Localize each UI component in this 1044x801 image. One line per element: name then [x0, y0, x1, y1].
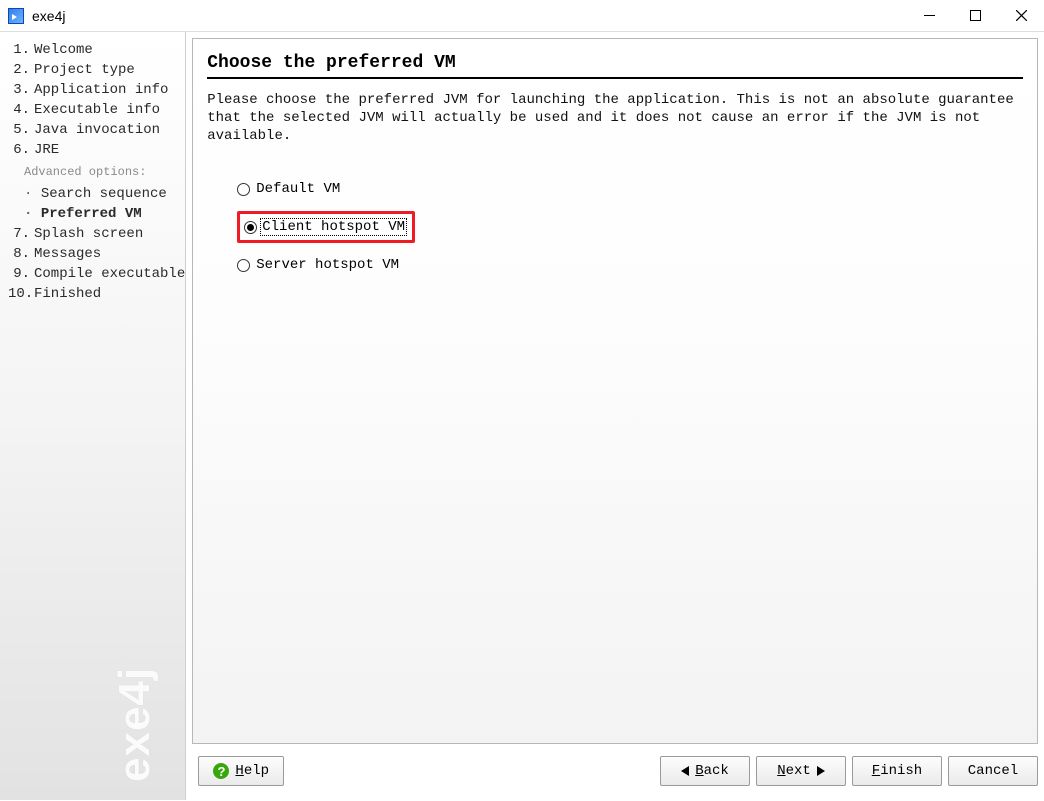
- arrow-right-icon: [817, 766, 825, 776]
- radio-icon: [237, 259, 250, 272]
- help-icon: ?: [213, 763, 229, 779]
- wizard-footer: ? Help Back Next Finish Cancel: [192, 748, 1038, 794]
- next-button[interactable]: Next: [756, 756, 846, 786]
- step-splash-screen[interactable]: 7.Splash screen: [8, 224, 185, 244]
- help-button[interactable]: ? Help: [198, 756, 284, 786]
- step-welcome[interactable]: 1.Welcome: [8, 40, 185, 60]
- button-label: Help: [235, 763, 269, 779]
- step-finished[interactable]: 10.Finished: [8, 284, 185, 304]
- maximize-button[interactable]: [952, 1, 998, 31]
- step-application-info[interactable]: 3.Application info: [8, 80, 185, 100]
- radio-label: Default VM: [256, 181, 340, 197]
- cancel-button[interactable]: Cancel: [948, 756, 1038, 786]
- app-icon: [8, 8, 24, 24]
- window-title: exe4j: [32, 8, 65, 24]
- step-jre[interactable]: 6.JRE: [8, 140, 185, 160]
- radio-label: Server hotspot VM: [256, 257, 399, 273]
- step-project-type[interactable]: 2.Project type: [8, 60, 185, 80]
- step-java-invocation[interactable]: 5.Java invocation: [8, 120, 185, 140]
- wizard-steps-sidebar: 1.Welcome 2.Project type 3.Application i…: [0, 32, 185, 800]
- button-label: Back: [695, 763, 729, 779]
- content-panel: Choose the preferred VM Please choose th…: [192, 38, 1038, 744]
- step-messages[interactable]: 8.Messages: [8, 244, 185, 264]
- button-label: Finish: [872, 763, 922, 779]
- step-executable-info[interactable]: 4.Executable info: [8, 100, 185, 120]
- step-preferred-vm[interactable]: Preferred VM: [8, 204, 185, 224]
- close-button[interactable]: [998, 1, 1044, 31]
- page-description: Please choose the preferred JVM for laun…: [207, 91, 1023, 145]
- button-label: Cancel: [968, 763, 1018, 779]
- radio-client-hotspot-vm[interactable]: Client hotspot VM: [237, 207, 1023, 247]
- finish-button[interactable]: Finish: [852, 756, 942, 786]
- arrow-left-icon: [681, 766, 689, 776]
- minimize-button[interactable]: [906, 1, 952, 31]
- brand-watermark: exe4j: [110, 667, 160, 782]
- radio-icon: [237, 183, 250, 196]
- radio-default-vm[interactable]: Default VM: [237, 171, 1023, 207]
- radio-server-hotspot-vm[interactable]: Server hotspot VM: [237, 247, 1023, 283]
- page-title: Choose the preferred VM: [207, 53, 1023, 79]
- button-label: Next: [777, 763, 811, 779]
- radio-label: Client hotspot VM: [261, 219, 406, 235]
- step-compile-executable[interactable]: 9.Compile executable: [8, 264, 185, 284]
- client-area: 1.Welcome 2.Project type 3.Application i…: [0, 32, 1044, 800]
- step-search-sequence[interactable]: Search sequence: [8, 184, 185, 204]
- titlebar: exe4j: [0, 0, 1044, 32]
- advanced-options-label: Advanced options:: [24, 162, 185, 182]
- radio-icon: [244, 221, 257, 234]
- back-button[interactable]: Back: [660, 756, 750, 786]
- annotation-highlight: Client hotspot VM: [237, 211, 415, 243]
- vm-options-group: Default VM Client hotspot VM Server hots…: [207, 171, 1023, 283]
- main-panel: Choose the preferred VM Please choose th…: [185, 32, 1044, 800]
